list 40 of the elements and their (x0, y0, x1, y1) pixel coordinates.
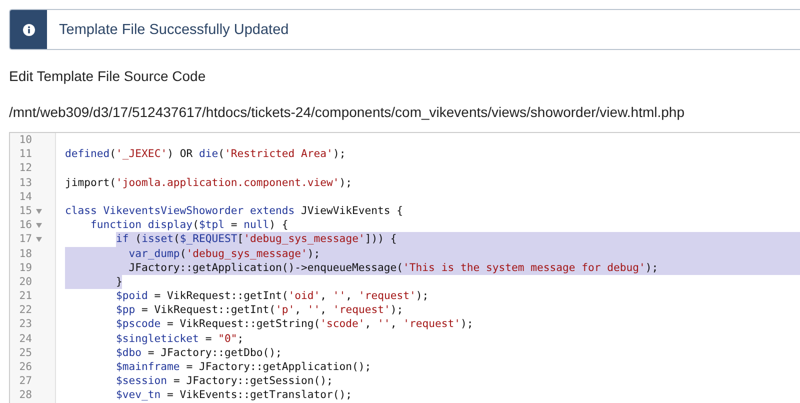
alert-message: Template File Successfully Updated (59, 22, 289, 38)
code-line: $pscode = VikRequest::getString('scode', '', 'request'); (115, 317, 474, 332)
fold-arrow-icon[interactable] (36, 222, 42, 228)
code-line: $mainframe = JFactory::getApplication(); (115, 360, 372, 374)
code-editor[interactable] (9, 132, 800, 403)
line-number: 15 (18, 204, 32, 218)
code-line: $dbo = JFactory::getDbo(); (115, 346, 283, 360)
line-number: 11 (18, 147, 32, 162)
line-number: 25 (18, 346, 32, 360)
file-path: /mnt/web309/d3/17/512437617/htdocs/tickets-24/components/com_vikevents/views/showorder/view.html.php (9, 104, 684, 120)
line-number: 26 (18, 360, 32, 374)
code-line: } (65, 274, 800, 290)
line-number: 19 (18, 260, 32, 275)
line-number: 13 (18, 176, 32, 190)
line-number: 24 (18, 332, 32, 346)
line-number: 21 (18, 289, 32, 304)
line-number: 12 (18, 161, 32, 176)
fold-arrow-icon[interactable] (36, 236, 42, 242)
code-line: $poid = VikRequest::getInt('oid', '', 'request'); (115, 289, 430, 304)
line-number: 27 (18, 374, 32, 388)
page-heading: Edit Template File Source Code (9, 68, 206, 84)
code-line: jimport('joomla.application.component.view'); (65, 176, 354, 190)
line-number: 23 (18, 317, 32, 332)
line-number: 20 (18, 274, 32, 290)
line-number: 14 (18, 190, 32, 204)
fold-arrow-icon[interactable] (36, 208, 42, 214)
line-number: 10 (18, 133, 32, 148)
code-line: defined('_JEXEC') OR die('Restricted Area'); (65, 147, 347, 162)
code-line: $pp = VikRequest::getInt('p', '', 'request'); (115, 303, 404, 318)
info-icon (22, 24, 34, 36)
code-line: $session = JFactory::getSession(); (115, 374, 334, 388)
code-line: function display($tpl = null) { (90, 218, 290, 232)
line-number: 28 (18, 388, 32, 403)
line-number: 18 (18, 246, 32, 261)
line-number: 22 (18, 303, 32, 318)
code-line: $singleticket = "0"; (115, 332, 245, 346)
line-number: 17 (18, 232, 32, 247)
line-number: 16 (18, 218, 32, 232)
code-line: class VikeventsViewShoworder extends JViewVikEvents { (65, 204, 404, 218)
code-line: $vev_tn = VikEvents::getTranslator(); (115, 388, 354, 403)
